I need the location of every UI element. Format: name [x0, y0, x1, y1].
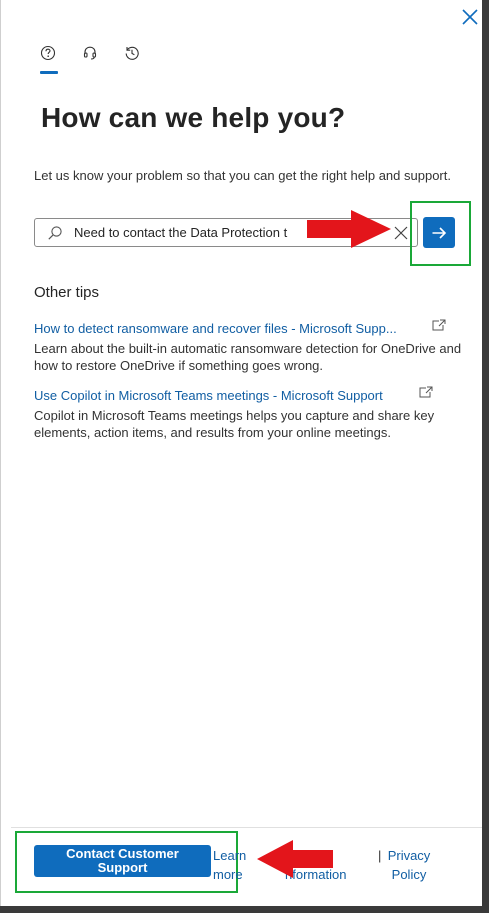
footer-separator: |	[378, 848, 382, 863]
clear-search-icon[interactable]	[392, 224, 410, 242]
page-title: How can we help you?	[41, 102, 346, 133]
window-edge	[482, 0, 489, 913]
tips-heading: Other tips	[34, 284, 100, 301]
privacy-policy-link[interactable]: Privacy Policy	[385, 846, 433, 884]
tip-link[interactable]: Use Copilot in Microsoft Teams meetings …	[34, 388, 383, 403]
window-edge	[0, 906, 489, 913]
close-panel-button[interactable]	[457, 4, 483, 30]
history-icon	[125, 46, 139, 60]
tip-item: How to detect ransomware and recover fil…	[34, 319, 464, 374]
tab-history[interactable]	[118, 44, 146, 74]
help-panel: How can we help you? Let us know your pr…	[0, 0, 483, 906]
headset-icon	[83, 46, 97, 60]
search-icon	[48, 226, 62, 240]
external-link-icon	[419, 386, 433, 398]
external-link-icon	[432, 319, 446, 331]
tab-contact[interactable]	[76, 44, 104, 74]
tip-link[interactable]: How to detect ransomware and recover fil…	[34, 321, 397, 336]
footer-divider	[11, 827, 483, 828]
highlight-box-submit	[410, 201, 471, 266]
red-arrow-annotation-contact	[257, 840, 333, 878]
tab-bar	[34, 44, 146, 78]
tab-help[interactable]	[34, 44, 62, 74]
tip-description: Copilot in Microsoft Teams meetings help…	[34, 408, 435, 440]
close-icon	[462, 9, 478, 25]
tip-item: Use Copilot in Microsoft Teams meetings …	[34, 386, 464, 441]
intro-text: Let us know your problem so that you can…	[34, 168, 451, 183]
red-arrow-annotation-search	[307, 210, 391, 248]
highlight-box-contact	[15, 831, 238, 893]
help-icon	[40, 45, 56, 61]
learn-more-link[interactable]: Learn more	[213, 846, 255, 884]
search-input[interactable]	[74, 221, 304, 244]
tip-description: Learn about the built-in automatic ranso…	[34, 341, 462, 373]
